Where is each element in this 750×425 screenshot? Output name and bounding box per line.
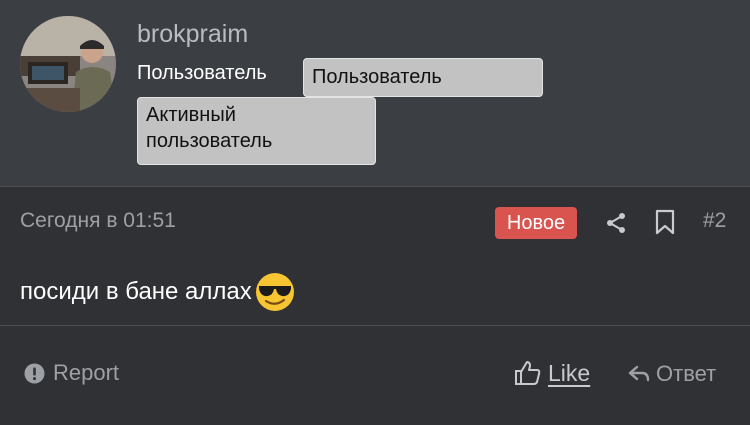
post-body: Сегодня в 01:51 Новое #2 посиди в бане а… — [0, 187, 750, 326]
reply-arrow-icon — [628, 365, 650, 382]
post-message: посиди в бане аллах — [20, 271, 296, 313]
new-badge: Новое — [495, 207, 577, 239]
post-date[interactable]: Сегодня в 01:51 — [20, 209, 176, 233]
share-icon[interactable] — [604, 211, 628, 235]
alert-icon — [24, 363, 45, 383]
like-button[interactable]: Like — [514, 359, 590, 387]
bookmark-icon[interactable] — [654, 209, 676, 235]
post-number[interactable]: #2 — [703, 209, 726, 233]
user-badge: Пользователь — [303, 58, 543, 97]
post-message-text: посиди в бане аллах — [20, 278, 252, 305]
report-label: Report — [53, 360, 120, 385]
user-role-label: Пользователь — [137, 62, 267, 84]
username[interactable]: brokpraim — [137, 20, 248, 49]
like-label: Like — [548, 359, 591, 386]
reply-button[interactable]: Ответ — [628, 361, 716, 387]
reply-label: Ответ — [656, 361, 717, 386]
active-user-badge: Активный пользователь — [137, 97, 376, 165]
user-info-header: brokpraim Пользователь Пользователь Акти… — [0, 0, 750, 187]
avatar-photo — [20, 16, 116, 112]
report-button[interactable]: Report — [24, 360, 119, 386]
post-footer: Report Like Ответ — [0, 326, 750, 425]
avatar[interactable] — [20, 16, 116, 112]
sunglasses-emoji-icon — [255, 273, 294, 311]
thumbs-up-icon — [515, 361, 541, 385]
